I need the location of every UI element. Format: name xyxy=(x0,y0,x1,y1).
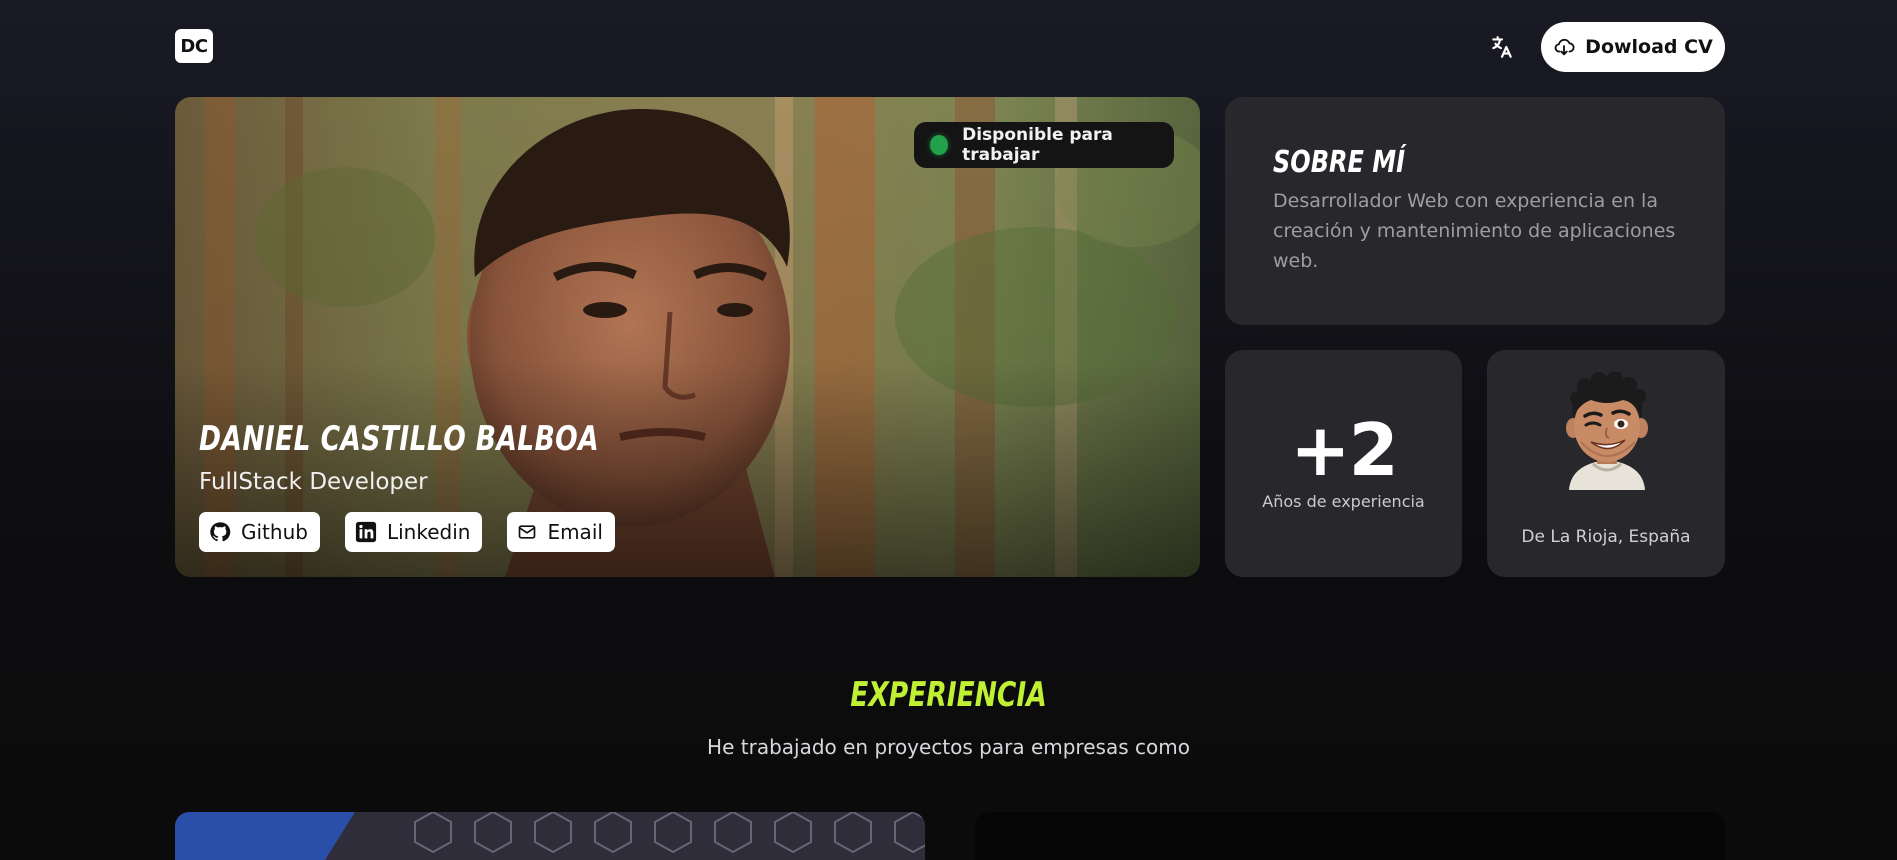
cloud-download-icon xyxy=(1554,38,1575,56)
linkedin-label: Linkedin xyxy=(386,520,471,544)
about-text: Desarrollador Web con experiencia en la … xyxy=(1273,190,1676,272)
github-icon xyxy=(210,522,231,542)
email-label: Email xyxy=(547,520,603,544)
hero-name: Daniel Castillo Balboa xyxy=(199,419,600,459)
download-cv-button[interactable]: Dowload CV xyxy=(1541,22,1725,72)
years-label: Años de experiencia xyxy=(1262,492,1425,511)
project-card-1[interactable] xyxy=(175,812,925,860)
project-image-1 xyxy=(175,812,925,860)
years-value: +2 xyxy=(1290,408,1398,492)
status-badge: Disponible para trabajar xyxy=(914,122,1174,168)
linkedin-link[interactable]: Linkedin xyxy=(344,512,483,552)
status-dot xyxy=(930,135,949,155)
avatar xyxy=(1566,372,1648,490)
github-link[interactable]: Github xyxy=(199,512,320,552)
github-label: Github xyxy=(241,520,308,544)
email-link[interactable]: Email xyxy=(507,512,615,552)
header: DC Dowload CV xyxy=(175,22,1725,72)
social-links: Github Linkedin Email xyxy=(199,512,615,552)
about-card: Sobre mí Desarrollador Web con experienc… xyxy=(1225,97,1725,325)
download-cv-label: Dowload CV xyxy=(1585,36,1713,58)
experience-title: Experiencia xyxy=(850,675,1047,715)
profile-photo xyxy=(175,97,1200,577)
status-text: Disponible para trabajar xyxy=(962,125,1113,165)
hero-role: FullStack Developer xyxy=(199,469,428,495)
logo[interactable]: DC xyxy=(175,29,213,63)
mail-icon xyxy=(519,525,536,539)
location-label: De La Rioja, España xyxy=(1521,527,1691,547)
about-title: Sobre mí xyxy=(1273,145,1406,180)
project-card-2[interactable] xyxy=(975,812,1725,860)
linkedin-icon xyxy=(355,521,377,543)
hero-card: Disponible para trabajar Daniel Castillo… xyxy=(175,97,1200,577)
experience-subtitle: He trabajado en proyectos para empresas … xyxy=(707,735,1190,759)
experience-years-card: +2 Años de experiencia xyxy=(1225,350,1462,577)
translate-icon xyxy=(1492,36,1512,58)
portfolio-page: DC Dowload CV Disponible para trabajar D… xyxy=(0,0,1897,860)
translate-button[interactable] xyxy=(1487,32,1517,62)
location-card: De La Rioja, España xyxy=(1487,350,1725,577)
